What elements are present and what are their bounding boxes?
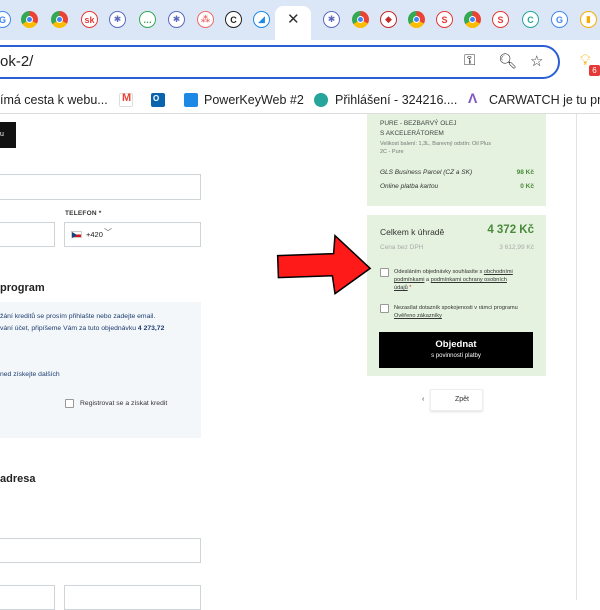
phone-field[interactable]: +420 ﹀ xyxy=(64,222,201,247)
chrome-icon[interactable] xyxy=(352,11,369,28)
s-icon[interactable]: S xyxy=(436,11,453,28)
app-icon[interactable]: ◢ xyxy=(253,11,270,28)
order-button[interactable]: Objednat s povinností platby xyxy=(379,332,533,368)
total-value: 4 372 Kč xyxy=(487,224,534,236)
email-field[interactable] xyxy=(0,174,201,200)
loyalty-line-2: vání účet, připíšeme Vám za tuto objedná… xyxy=(0,324,164,333)
google-icon[interactable]: G xyxy=(551,11,568,28)
shipping-price: 98 Kč xyxy=(516,169,534,176)
page-divider xyxy=(576,114,577,600)
checkout-page: u TELEFON * +420 ﹀ program žání kreditů … xyxy=(0,114,600,610)
net-value: 3 612,99 Kč xyxy=(499,244,534,251)
extension-badge: 6 xyxy=(589,65,600,76)
bookmark-prihlaseni[interactable]: Přihlášení - 324216.... xyxy=(335,93,457,107)
back-button[interactable]: ‹ Zpět xyxy=(422,389,483,411)
close-tab-icon[interactable]: ✕ xyxy=(287,10,300,28)
register-checkbox[interactable] xyxy=(65,399,74,408)
tab-strip: ✕ Gsk ✱… ✱ ⁂ C ◢ ✱ ◆ S S C G ▮ xyxy=(0,0,600,40)
loyalty-line-1: žání kreditů se prosím přihlašte nebo za… xyxy=(0,313,156,320)
survey-link[interactable]: Ověřeno zákazníky xyxy=(394,313,442,319)
order-summary-items xyxy=(367,114,546,206)
sk-icon[interactable]: sk xyxy=(81,11,98,28)
top-black-button[interactable]: u xyxy=(0,122,16,148)
survey-text: Nezasílat dotazník spokojenosti v rámci … xyxy=(394,304,534,320)
terms-link-2b[interactable]: údajů xyxy=(394,285,408,291)
url-text[interactable]: ok-2/ xyxy=(0,53,33,70)
name-field[interactable] xyxy=(0,222,55,247)
product-meta-1: Velikost balení: 1,3L, Barevný odstín: O… xyxy=(380,141,491,147)
payment-price: 0 Kč xyxy=(520,183,534,190)
product-name-2: S AKCELERÁTOREM xyxy=(380,130,444,137)
chrome-icon[interactable] xyxy=(51,11,68,28)
browser-toolbar: ok-2/ ⚿ 🔍︎ ☆ 💡︎ 6 xyxy=(0,40,600,86)
asterisk-icon[interactable]: ✱ xyxy=(168,11,185,28)
terms-checkbox[interactable] xyxy=(380,268,389,277)
terms-text-a: Odesláním objednávky souhlasíte s xyxy=(394,269,484,275)
grid-icon xyxy=(184,93,198,107)
survey-text-label: Nezasílat dotazník spokojenosti v rámci … xyxy=(394,305,518,311)
order-button-label: Objednat xyxy=(435,339,477,350)
total-label: Celkem k úhradě xyxy=(380,227,445,237)
key-icon[interactable]: ⚿ xyxy=(464,52,475,69)
c-circle-icon[interactable]: C xyxy=(522,11,539,28)
asana-icon[interactable]: ⁂ xyxy=(197,11,214,28)
carwatch-icon: Λ xyxy=(468,90,478,106)
chat-icon[interactable]: … xyxy=(139,11,156,28)
asterisk-icon[interactable]: ✱ xyxy=(109,11,126,28)
gmail-icon[interactable]: M xyxy=(119,92,133,107)
bookmarks-bar: ímá cesta k webu... M O PowerKeyWeb #2 P… xyxy=(0,86,600,114)
chevron-left-icon: ‹ xyxy=(422,396,425,403)
back-button-label: Zpět xyxy=(455,396,470,403)
loyalty-box: žání kreditů se prosím přihlašte nebo za… xyxy=(0,302,201,438)
address-field-3[interactable] xyxy=(64,585,201,610)
loyalty-line-3: ned získejte dalších xyxy=(0,371,60,378)
czech-flag-icon xyxy=(71,231,82,238)
loyalty-amount: 4 273,72 xyxy=(137,325,165,332)
chrome-icon[interactable] xyxy=(464,11,481,28)
asterisk-icon[interactable]: ✱ xyxy=(323,11,340,28)
bookmark-carwatch[interactable]: CARWATCH je tu pr... xyxy=(489,93,600,107)
net-label: Cena bez DPH xyxy=(380,244,424,251)
payment-label: Online platba kartou xyxy=(380,183,439,190)
address-bar[interactable] xyxy=(0,45,560,79)
loyalty-title: program xyxy=(0,282,45,294)
outlook-icon[interactable]: O xyxy=(151,93,165,107)
analytics-icon[interactable]: ▮ xyxy=(580,11,597,28)
star-icon[interactable]: ☆ xyxy=(530,52,543,70)
chrome-icon[interactable] xyxy=(21,11,38,28)
bookmark-powerkeyweb[interactable]: PowerKeyWeb #2 xyxy=(204,93,304,107)
chrome-icon[interactable] xyxy=(408,11,425,28)
globe-icon xyxy=(314,93,328,107)
phone-prefix[interactable]: +420 xyxy=(86,230,103,239)
address-title: adresa xyxy=(0,473,36,485)
required-star: * xyxy=(407,285,412,291)
terms-link-1[interactable]: obchodními xyxy=(484,269,513,275)
s-icon[interactable]: S xyxy=(492,11,509,28)
phone-label: TELEFON * xyxy=(65,210,102,217)
address-field[interactable] xyxy=(0,538,201,563)
order-button-sublabel: s povinností platby xyxy=(431,353,481,359)
product-meta-2: 2C - Pure xyxy=(380,149,404,155)
bookmark-item-1[interactable]: ímá cesta k webu... xyxy=(0,93,108,107)
address-field-2[interactable] xyxy=(0,585,55,610)
chevron-down-icon[interactable]: ﹀ xyxy=(104,227,112,238)
register-label[interactable]: Registrovat se a získat kredit xyxy=(80,399,167,408)
red-arrow-icon xyxy=(276,233,372,295)
google-icon[interactable]: G xyxy=(0,11,11,28)
loyalty-line-2-text: vání účet, připíšeme Vám za tuto objedná… xyxy=(0,325,138,332)
terms-link-1b[interactable]: podmínkami xyxy=(394,277,424,283)
terms-link-2[interactable]: podmínkami ochrany osobních xyxy=(431,277,507,283)
survey-checkbox[interactable] xyxy=(380,304,389,313)
product-name-1: PURE - BEZBARVÝ OLEJ xyxy=(380,120,457,127)
shipping-label: GLS Business Parcel (CZ a SK) xyxy=(380,169,473,176)
terms-text: Odesláním objednávky souhlasíte s obchod… xyxy=(394,268,534,292)
c-icon[interactable]: C xyxy=(225,11,242,28)
top-button-label: u xyxy=(0,131,4,138)
zoom-icon[interactable]: 🔍︎ xyxy=(498,52,517,70)
shield-icon[interactable]: ◆ xyxy=(380,11,397,28)
